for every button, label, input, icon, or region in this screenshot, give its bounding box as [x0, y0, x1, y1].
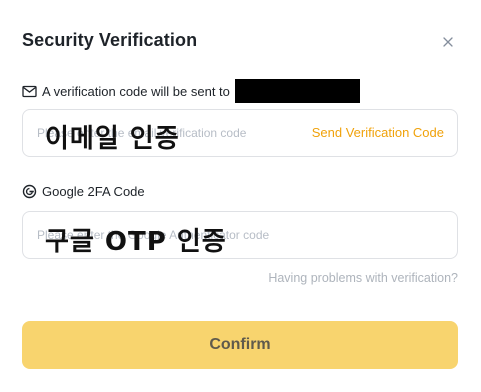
google-icon [22, 184, 37, 199]
security-verification-dialog: Security Verification A verification cod… [0, 0, 481, 392]
verification-help-link[interactable]: Having problems with verification? [268, 271, 458, 285]
email-verification-label-row: A verification code will be sent to [22, 79, 360, 103]
dialog-title: Security Verification [22, 30, 198, 50]
google-2fa-field: 구글 OTP 인증 [22, 211, 458, 259]
close-button[interactable] [438, 32, 458, 52]
google-2fa-input[interactable] [23, 212, 457, 258]
mail-icon [22, 84, 37, 99]
email-verification-label: A verification code will be sent to [42, 83, 230, 99]
close-icon [443, 37, 453, 47]
google-2fa-label-row: Google 2FA Code [22, 184, 145, 199]
email-code-field: 이메일 인증 Send Verification Code [22, 109, 458, 157]
redacted-email [234, 79, 360, 103]
confirm-button[interactable]: Confirm [22, 321, 458, 369]
send-verification-code-link[interactable]: Send Verification Code [311, 125, 444, 140]
google-2fa-label: Google 2FA Code [42, 184, 145, 199]
